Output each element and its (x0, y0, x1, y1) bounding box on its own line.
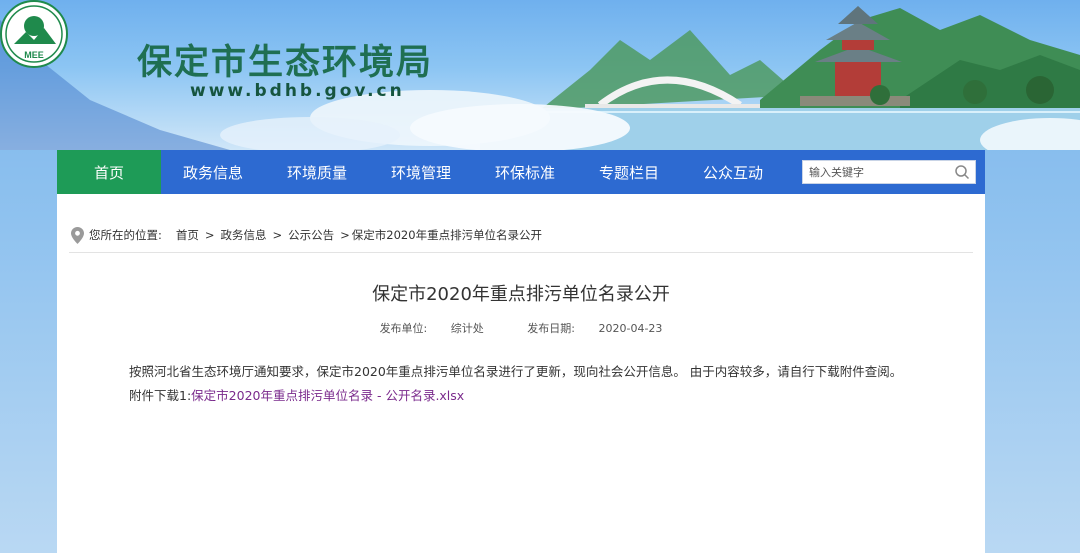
article-title: 保定市2020年重点排污单位名录公开 (372, 284, 670, 305)
breadcrumb-current[interactable]: 保定市2020年重点排污单位名录公开 (352, 227, 542, 243)
nav-item-government-info[interactable]: 政务信息 (161, 150, 265, 194)
article-body: 按照河北省生态环境厅通知要求，保定市2020年重点排污单位名录进行了更新，现向社… (129, 360, 929, 408)
breadcrumb-home[interactable]: 首页 (176, 227, 199, 243)
attachment-label: 附件下载1: (129, 388, 192, 403)
site-title: 保定市生态环境局 (137, 42, 434, 83)
location-pin-icon (71, 226, 84, 244)
breadcrumb-government-info[interactable]: 政务信息 (221, 227, 267, 243)
breadcrumb-announcements[interactable]: 公示公告 (288, 227, 334, 243)
main-nav: 首页 政务信息 环境质量 环境管理 环保标准 专题栏目 公众互动 (57, 150, 985, 194)
divider (69, 252, 973, 253)
search-icon[interactable] (954, 164, 970, 180)
article-meta: 发布单位: 综计处 发布日期: 2020-04-23 (57, 320, 985, 336)
date-info: 发布日期: 2020-04-23 (517, 322, 672, 335)
search-box (802, 160, 976, 184)
date-label: 发布日期: (527, 322, 575, 335)
publisher-label: 发布单位: (379, 322, 428, 335)
svg-text:MEE: MEE (24, 50, 44, 60)
content-panel: 您所在的位置: 首页 > 政务信息 > 公示公告 > 保定市2020年重点排污单… (57, 194, 985, 553)
breadcrumb-separator: > (204, 228, 215, 242)
attachment-line: 附件下载1:保定市2020年重点排污单位名录 - 公开名录.xlsx (129, 384, 929, 408)
search-input[interactable] (803, 161, 951, 183)
article-paragraph: 按照河北省生态环境厅通知要求，保定市2020年重点排污单位名录进行了更新，现向社… (129, 364, 903, 379)
nav-item-standards[interactable]: 环保标准 (473, 150, 577, 194)
attachment-download-link[interactable]: 保定市2020年重点排污单位名录 - 公开名录.xlsx (191, 388, 464, 403)
publisher-value: 综计处 (450, 322, 484, 335)
date-value: 2020-04-23 (598, 322, 663, 335)
site-url: www.bdhb.gov.cn (190, 81, 405, 101)
breadcrumb: 您所在的位置: 首页 > 政务信息 > 公示公告 > 保定市2020年重点排污单… (71, 226, 542, 244)
header-banner: MEE 保定市生态环境局 www.bdhb.gov.cn (0, 0, 1080, 150)
mee-logo: MEE (0, 0, 68, 68)
nav-item-home[interactable]: 首页 (57, 150, 161, 194)
publisher-info: 发布单位: 综计处 (370, 322, 494, 335)
breadcrumb-separator: > (340, 228, 350, 242)
nav-item-environment-management[interactable]: 环境管理 (369, 150, 473, 194)
breadcrumb-prefix: 您所在的位置: (89, 228, 162, 242)
nav-item-environment-quality[interactable]: 环境质量 (265, 150, 369, 194)
breadcrumb-separator: > (272, 228, 283, 242)
nav-item-public-interaction[interactable]: 公众互动 (681, 150, 785, 194)
nav-item-special-topics[interactable]: 专题栏目 (577, 150, 681, 194)
